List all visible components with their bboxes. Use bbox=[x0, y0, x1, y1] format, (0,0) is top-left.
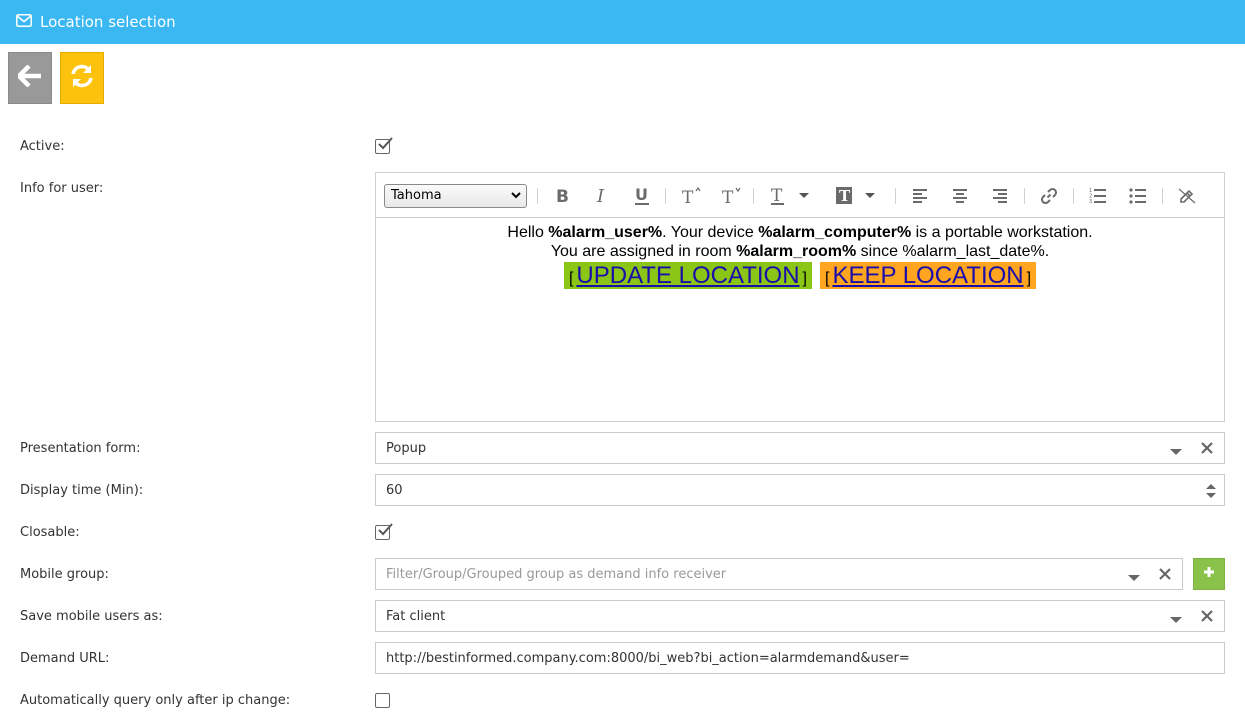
spinner-icon[interactable] bbox=[1206, 481, 1216, 505]
editor-toolbar: Tahoma B I U T T T T 1 2 3 bbox=[376, 173, 1224, 218]
subscript-icon[interactable]: T bbox=[721, 185, 743, 207]
demand-url-value: http://bestinformed.company.com:8000/bi_… bbox=[386, 650, 910, 666]
auto-query-checkbox[interactable] bbox=[375, 693, 390, 708]
font-select[interactable]: Tahoma bbox=[384, 184, 527, 208]
title-bar: Location selection bbox=[0, 0, 1245, 44]
font-color-icon[interactable]: T bbox=[770, 185, 812, 207]
font-select-value: Tahoma bbox=[391, 188, 442, 203]
clear-icon[interactable] bbox=[1201, 610, 1213, 626]
closable-label: Closable: bbox=[20, 525, 80, 540]
closable-checkbox[interactable] bbox=[375, 523, 393, 540]
rich-text-editor[interactable]: Tahoma B I U T T T T 1 2 3 Hello %alarm_… bbox=[375, 172, 1225, 422]
display-time-value: 60 bbox=[386, 482, 403, 498]
presentation-value: Popup bbox=[386, 440, 427, 456]
clear-format-icon[interactable] bbox=[1178, 185, 1196, 207]
update-location-link[interactable]: UPDATE LOCATION bbox=[573, 262, 802, 289]
plus-icon bbox=[1203, 566, 1215, 582]
svg-text:T: T bbox=[839, 187, 851, 205]
save-mobile-label: Save mobile users as: bbox=[20, 609, 163, 624]
page-title: Location selection bbox=[40, 13, 176, 31]
info-label: Info for user: bbox=[20, 181, 104, 196]
toolbar-divider bbox=[1024, 188, 1025, 204]
editor-content[interactable]: Hello %alarm_user%. Your device %alarm_c… bbox=[377, 219, 1223, 421]
action-links: [UPDATE LOCATION] [KEEP LOCATION] bbox=[377, 262, 1223, 289]
auto-query-label: Automatically query only after ip change… bbox=[20, 693, 291, 708]
svg-text:B: B bbox=[556, 187, 569, 205]
background-color-icon[interactable]: T bbox=[835, 185, 879, 207]
keep-location-chip: [KEEP LOCATION] bbox=[819, 262, 1037, 289]
svg-text:T: T bbox=[722, 188, 734, 206]
save-mobile-value: Fat client bbox=[386, 608, 446, 624]
refresh-icon bbox=[69, 63, 95, 93]
svg-text:3: 3 bbox=[1089, 199, 1092, 204]
ordered-list-icon[interactable]: 123 bbox=[1089, 185, 1107, 207]
align-left-icon[interactable] bbox=[912, 185, 928, 207]
save-mobile-select[interactable]: Fat client bbox=[375, 600, 1225, 632]
display-time-input[interactable]: 60 bbox=[375, 474, 1225, 506]
toolbar-divider bbox=[753, 188, 754, 204]
presentation-select[interactable]: Popup bbox=[375, 432, 1225, 464]
mobile-group-select[interactable]: Filter/Group/Grouped group as demand inf… bbox=[375, 558, 1183, 590]
svg-text:U: U bbox=[635, 186, 648, 204]
align-right-icon[interactable] bbox=[992, 185, 1008, 207]
toolbar-divider bbox=[1162, 188, 1163, 204]
bold-icon[interactable]: B bbox=[554, 185, 570, 207]
align-center-icon[interactable] bbox=[952, 185, 968, 207]
toolbar-divider bbox=[895, 188, 896, 204]
clear-icon[interactable] bbox=[1201, 442, 1213, 458]
presentation-label: Presentation form: bbox=[20, 441, 141, 456]
add-group-button[interactable] bbox=[1193, 558, 1225, 590]
underline-icon[interactable]: U bbox=[633, 185, 651, 207]
message-line-1: Hello %alarm_user%. Your device %alarm_c… bbox=[507, 224, 1093, 241]
caret-down-icon[interactable] bbox=[1128, 571, 1140, 586]
demand-url-input[interactable]: http://bestinformed.company.com:8000/bi_… bbox=[375, 642, 1225, 674]
chevron-down-icon bbox=[511, 188, 521, 206]
keep-location-link[interactable]: KEEP LOCATION bbox=[829, 262, 1026, 289]
active-checkbox[interactable] bbox=[375, 137, 393, 154]
link-icon[interactable] bbox=[1040, 185, 1058, 207]
back-button[interactable] bbox=[8, 52, 52, 104]
caret-down-icon[interactable] bbox=[1170, 445, 1182, 460]
svg-text:T: T bbox=[682, 188, 694, 206]
bullet-list-icon[interactable] bbox=[1129, 185, 1147, 207]
display-time-label: Display time (Min): bbox=[20, 483, 144, 498]
clear-icon[interactable] bbox=[1159, 568, 1171, 584]
toolbar-divider bbox=[1073, 188, 1074, 204]
mobile-group-label: Mobile group: bbox=[20, 567, 109, 582]
caret-down-icon[interactable] bbox=[1170, 613, 1182, 628]
mobile-group-placeholder: Filter/Group/Grouped group as demand inf… bbox=[386, 566, 727, 582]
message-line-2: You are assigned in room %alarm_room% si… bbox=[550, 243, 1050, 260]
toolbar-divider bbox=[665, 188, 666, 204]
superscript-icon[interactable]: T bbox=[681, 185, 703, 207]
active-label: Active: bbox=[20, 139, 65, 154]
italic-icon[interactable]: I bbox=[594, 185, 610, 207]
envelope-icon bbox=[16, 13, 32, 31]
refresh-button[interactable] bbox=[60, 52, 104, 104]
arrow-left-icon bbox=[15, 64, 42, 91]
demand-url-label: Demand URL: bbox=[20, 651, 110, 666]
update-location-chip: [UPDATE LOCATION] bbox=[563, 262, 812, 289]
svg-text:I: I bbox=[596, 187, 605, 205]
toolbar-divider bbox=[537, 188, 538, 204]
